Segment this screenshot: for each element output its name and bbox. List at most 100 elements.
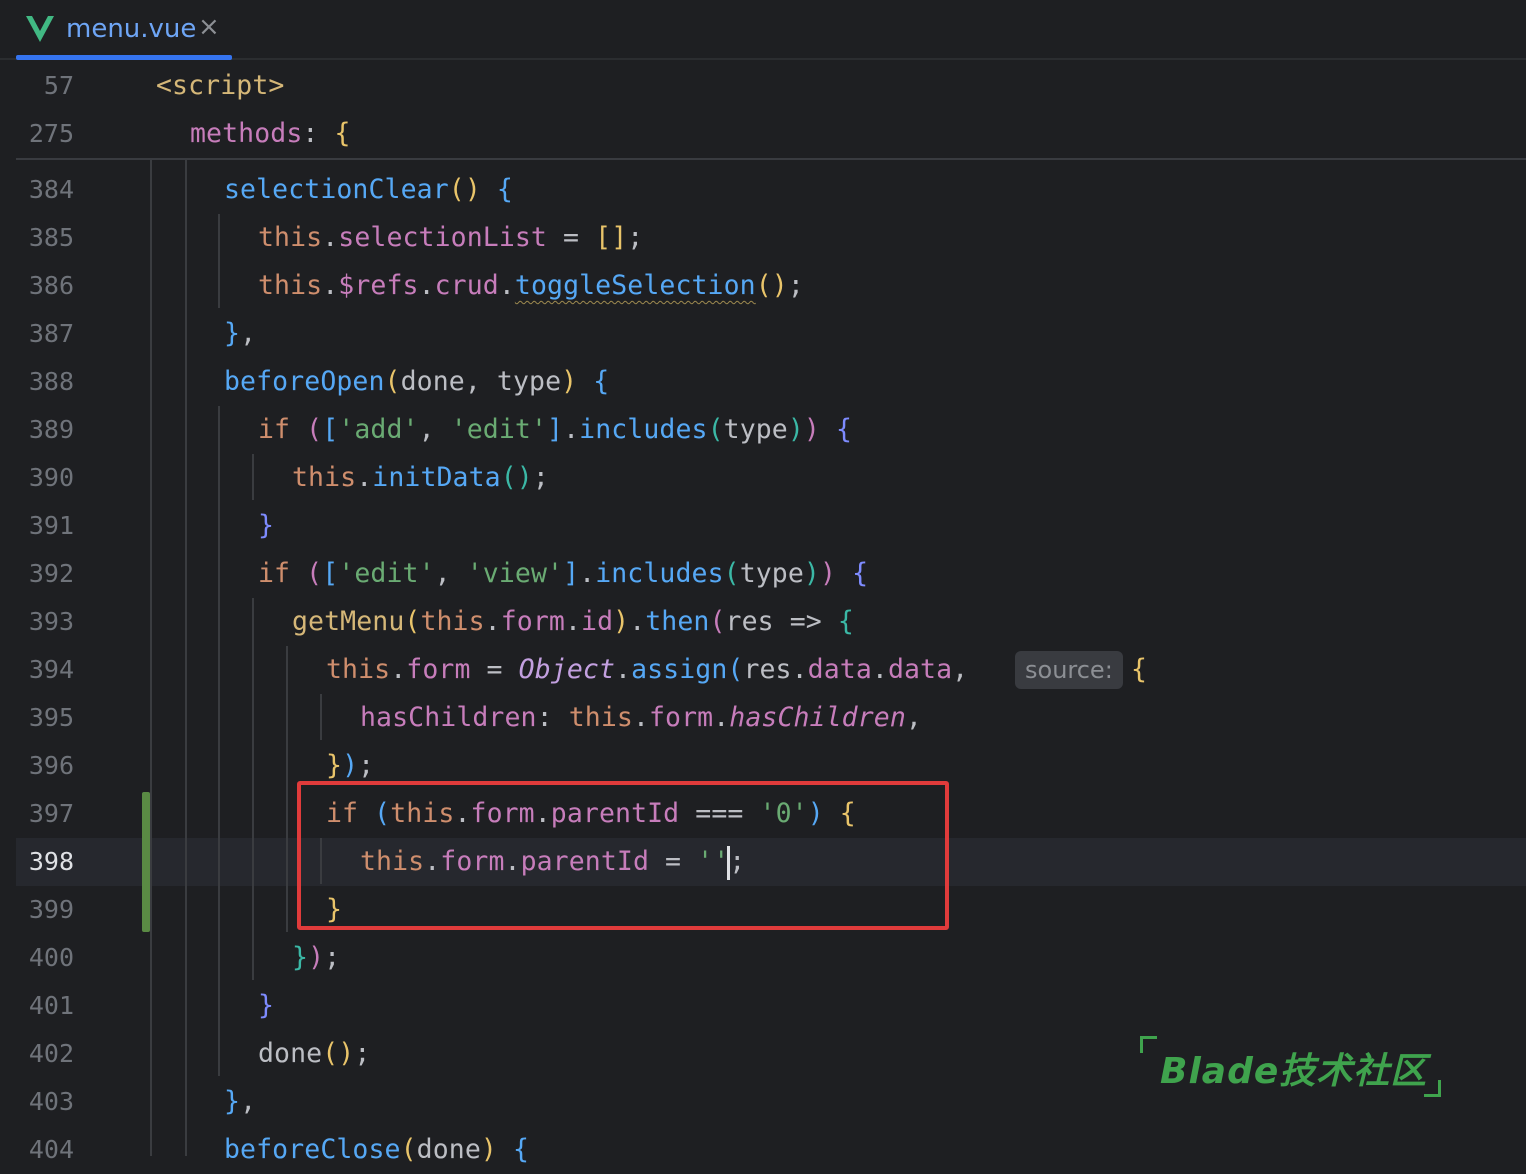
line-number[interactable]: 400 — [16, 934, 74, 982]
line-number[interactable]: 398 — [16, 838, 74, 886]
code-text[interactable]: this.$refs.crud.toggleSelection(); — [258, 262, 804, 310]
line-number[interactable]: 399 — [16, 886, 74, 934]
code-token: beforeClose — [224, 1134, 401, 1165]
code-token: } — [224, 318, 241, 349]
code-line[interactable]: 275 methods: { — [16, 110, 1526, 158]
code-token: Object — [518, 654, 615, 685]
code-text[interactable]: beforeClose(done) { — [224, 1126, 529, 1174]
code-token: done — [416, 1134, 481, 1165]
code-line[interactable]: 400}); — [16, 934, 1526, 982]
code-text[interactable]: this.selectionList = []; — [258, 214, 643, 262]
sticky-scroll-header[interactable]: 57 <script> 275 methods: { — [16, 62, 1526, 160]
line-number[interactable]: 57 — [16, 62, 74, 110]
code-token: ; — [627, 222, 644, 253]
code-text[interactable]: if (['edit', 'view'].includes(type)) { — [258, 550, 868, 598]
code-token: ( — [727, 654, 744, 685]
vue-icon — [26, 16, 54, 42]
code-line[interactable]: 57 <script> — [16, 62, 1526, 110]
code-line[interactable]: 391} — [16, 502, 1526, 550]
code-text[interactable]: }); — [292, 934, 340, 982]
code-text[interactable]: selectionClear() { — [224, 166, 513, 214]
code-line[interactable]: 393 getMenu(this.form.id).then(res => { — [16, 598, 1526, 646]
code-line[interactable]: 395 hasChildren: this.form.hasChildren, — [16, 694, 1526, 742]
code-line[interactable]: 389 if (['add', 'edit'].includes(type)) { — [16, 406, 1526, 454]
line-number[interactable]: 384 — [16, 166, 74, 214]
code-line[interactable]: 387}, — [16, 310, 1526, 358]
line-number[interactable]: 395 — [16, 694, 74, 742]
code-token: . — [322, 270, 339, 301]
line-number[interactable]: 396 — [16, 742, 74, 790]
line-number[interactable]: 390 — [16, 454, 74, 502]
line-number[interactable]: 275 — [16, 110, 74, 158]
code-line[interactable]: 401} — [16, 982, 1526, 1030]
code-token: toggleSelection — [514, 270, 756, 301]
tab-title[interactable]: menu.vue — [66, 14, 196, 44]
code-line[interactable]: 388 beforeOpen(done, type) { — [16, 358, 1526, 406]
code-token: , — [905, 702, 922, 733]
code-token: { — [480, 174, 513, 205]
line-number[interactable]: 403 — [16, 1078, 74, 1126]
line-number[interactable]: 393 — [16, 598, 74, 646]
code-text[interactable]: getMenu(this.form.id).then(res => { — [292, 598, 854, 646]
code-token: () — [322, 1038, 355, 1069]
code-token: done — [258, 1038, 323, 1069]
code-token: ; — [532, 462, 549, 493]
line-number[interactable]: 402 — [16, 1030, 74, 1078]
line-number[interactable]: 389 — [16, 406, 74, 454]
code-line[interactable]: 384 selectionClear() { — [16, 166, 1526, 214]
line-number[interactable]: 392 — [16, 550, 74, 598]
code-token: data — [887, 654, 953, 685]
code-token: . — [564, 606, 582, 637]
code-text[interactable]: } — [258, 982, 274, 1030]
code-line[interactable]: 394 this.form = Object.assign(res.data.da… — [16, 646, 1526, 694]
line-number[interactable]: 387 — [16, 310, 74, 358]
line-number[interactable]: 394 — [16, 646, 74, 694]
code-text[interactable]: hasChildren: this.form.hasChildren, — [360, 694, 922, 742]
code-token: . — [484, 606, 501, 637]
code-token: <script> — [156, 70, 285, 101]
code-token: if — [258, 558, 307, 589]
code-token: . — [498, 270, 515, 301]
code-token: hasChildren — [729, 702, 906, 733]
code-token: () — [448, 174, 481, 205]
code-text[interactable]: beforeOpen(done, type) { — [224, 358, 609, 406]
code-line[interactable]: 390 this.initData(); — [16, 454, 1526, 502]
code-token: = — [470, 654, 519, 685]
code-text[interactable]: } — [258, 502, 274, 550]
code-text[interactable]: methods: { — [190, 110, 351, 158]
code-token: : — [302, 118, 335, 149]
code-line[interactable]: 386 this.$refs.crud.toggleSelection(); — [16, 262, 1526, 310]
code-text[interactable]: done(); — [258, 1030, 370, 1078]
code-token: if — [258, 414, 307, 445]
code-text[interactable]: if (['add', 'edit'].includes(type)) { — [258, 406, 852, 454]
close-icon[interactable]: × — [198, 12, 220, 42]
code-token: form — [649, 702, 714, 733]
line-number[interactable]: 404 — [16, 1126, 74, 1174]
code-token: [ — [322, 414, 339, 445]
line-number[interactable]: 401 — [16, 982, 74, 1030]
code-text[interactable]: this.form = Object.assign(res.data.data, — [326, 646, 1000, 694]
code-line[interactable]: 385 this.selectionList = []; — [16, 214, 1526, 262]
code-token: ) — [308, 942, 325, 973]
code-text[interactable]: <script> — [156, 62, 284, 110]
code-line[interactable]: 392 if (['edit', 'view'].includes(type)) … — [16, 550, 1526, 598]
code-token: ( — [306, 414, 323, 445]
code-token: 'edit' — [450, 414, 548, 445]
line-number[interactable]: 388 — [16, 358, 74, 406]
line-number[interactable]: 391 — [16, 502, 74, 550]
code-token: getMenu — [292, 606, 405, 637]
code-token: includes — [595, 558, 724, 589]
code-token: [ — [322, 558, 339, 589]
line-number[interactable]: 397 — [16, 790, 74, 838]
code-token: this — [568, 702, 633, 733]
code-text[interactable]: }, — [224, 310, 256, 358]
code-text[interactable]: this.initData(); — [292, 454, 549, 502]
code-text[interactable]: }, — [224, 1078, 256, 1126]
code-line[interactable]: 404 beforeClose(done) { — [16, 1126, 1526, 1174]
code-token: , — [240, 318, 257, 349]
code-token: , — [434, 558, 467, 589]
code-token: ( — [384, 366, 401, 397]
code-token: ] — [547, 414, 564, 445]
line-number[interactable]: 385 — [16, 214, 74, 262]
line-number[interactable]: 386 — [16, 262, 74, 310]
